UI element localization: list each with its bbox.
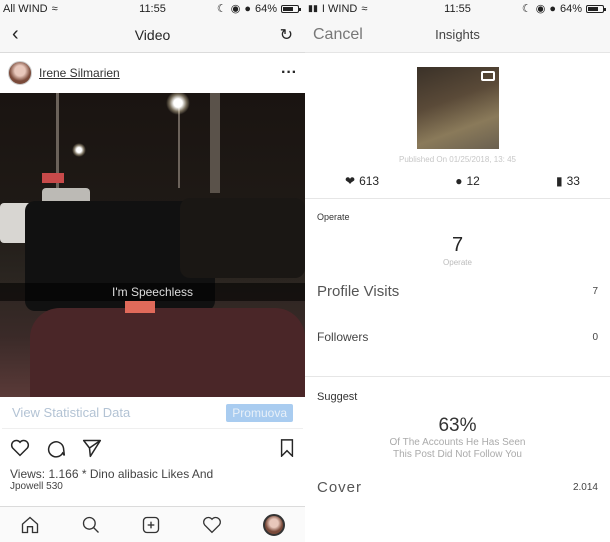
operate-value: 7 <box>451 234 464 256</box>
stats-row: View Statistical Data Promuova <box>2 397 303 429</box>
post-actions <box>0 429 305 467</box>
carrier: All WIND <box>3 2 48 15</box>
row-label: Followers <box>317 330 369 344</box>
cancel-button[interactable]: Cancel <box>313 26 363 44</box>
row-label: Cover <box>317 479 363 496</box>
published-date: Published On 01/25/2018, 13: 45 <box>399 155 516 164</box>
carrier: I WIND <box>321 2 358 15</box>
post-screen: All WIND ≈ 11:55 ☾ ◉ ● 64% ‹ Video ↻ Ire… <box>0 0 305 542</box>
lock-rotation-icon: ◉ <box>535 3 546 15</box>
row-value: 7 <box>592 286 598 297</box>
bookmark-icon[interactable] <box>279 439 295 457</box>
row-label: Profile Visits <box>317 283 400 300</box>
page-title: Video <box>134 26 171 43</box>
profile-icon[interactable] <box>262 513 285 536</box>
more-icon[interactable]: ··· <box>281 64 297 82</box>
post-thumbnail <box>416 67 499 149</box>
add-icon[interactable] <box>141 515 161 535</box>
comment-icon: ● <box>455 174 463 188</box>
profile-visits-row: Profile Visits 7 <box>317 283 598 300</box>
operate-section: Operate 7 Operate Profile Visits 7 Follo… <box>305 198 610 496</box>
battery-percent: 64% <box>559 2 582 15</box>
bookmark-icon: ▮ <box>556 174 563 188</box>
alarm-icon: ● <box>549 2 556 15</box>
row-value: 0 <box>592 331 598 343</box>
lock-rotation-icon: ◉ <box>230 3 241 15</box>
search-icon[interactable] <box>81 515 101 535</box>
promote-button[interactable]: Promuova <box>226 403 293 422</box>
views-text-2: Jpowell 530 <box>10 481 63 492</box>
tab-bar <box>0 506 305 542</box>
video-caption: I'm Speechless <box>0 283 305 301</box>
activity-icon[interactable] <box>202 516 222 534</box>
battery-icon <box>586 4 606 13</box>
share-icon[interactable] <box>82 438 102 458</box>
moon-icon: ☾ <box>216 3 227 15</box>
video-camera-icon <box>480 71 495 81</box>
back-icon[interactable]: ‹ <box>12 23 19 46</box>
suggest-desc-2: This Post Did Not Follow You <box>393 449 522 460</box>
status-bar: ▮▮ I WIND ≈ 11:55 ☾ ◉ ● 64% <box>305 0 610 17</box>
section-title: Operate <box>317 212 350 222</box>
video-player[interactable]: I'm Speechless <box>0 93 305 397</box>
nav-bar: Cancel Insights <box>305 17 610 53</box>
section-title: Suggest <box>317 391 358 403</box>
suggest-desc-1: Of The Accounts He Has Seen <box>389 437 526 448</box>
engagement-counts: ❤ 613 ● 12 ▮ 33 <box>305 174 610 188</box>
likes-count: 613 <box>359 174 380 188</box>
username[interactable]: Irene Silmarien <box>39 66 120 80</box>
cover-row: Cover 2.014 <box>317 479 598 496</box>
operate-sub-label: Operate <box>443 258 472 267</box>
row-value: 2.014 <box>572 482 598 493</box>
status-bar: All WIND ≈ 11:55 ☾ ◉ ● 64% <box>0 0 305 17</box>
comment-icon[interactable] <box>46 438 66 458</box>
home-icon[interactable] <box>20 515 40 535</box>
followers-row: Followers 0 <box>317 330 598 344</box>
insights-screen: ▮▮ I WIND ≈ 11:55 ☾ ◉ ● 64% Cancel Insig… <box>305 0 610 542</box>
nav-bar: ‹ Video ↻ <box>0 17 305 53</box>
wifi-icon: ≈ <box>51 2 58 15</box>
comments-count: 12 <box>466 174 480 188</box>
post-header: Irene Silmarien ··· <box>0 53 305 93</box>
signal-icon: ▮▮ <box>308 3 318 13</box>
saves-count: 33 <box>566 174 580 188</box>
view-statistics-link[interactable]: View Statistical Data <box>12 405 130 420</box>
alarm-icon: ● <box>244 2 251 15</box>
wifi-icon: ≈ <box>361 2 368 15</box>
heart-icon: ❤ <box>345 174 356 188</box>
battery-icon <box>281 4 301 13</box>
suggest-percent: 63% <box>438 415 477 436</box>
refresh-icon[interactable]: ↻ <box>280 25 293 45</box>
battery-percent: 64% <box>254 2 277 15</box>
views-text: Views: 1.166 * Dino alibasic Likes And <box>10 467 214 481</box>
avatar[interactable] <box>8 61 32 85</box>
heart-icon[interactable] <box>10 439 30 457</box>
moon-icon: ☾ <box>521 3 532 15</box>
